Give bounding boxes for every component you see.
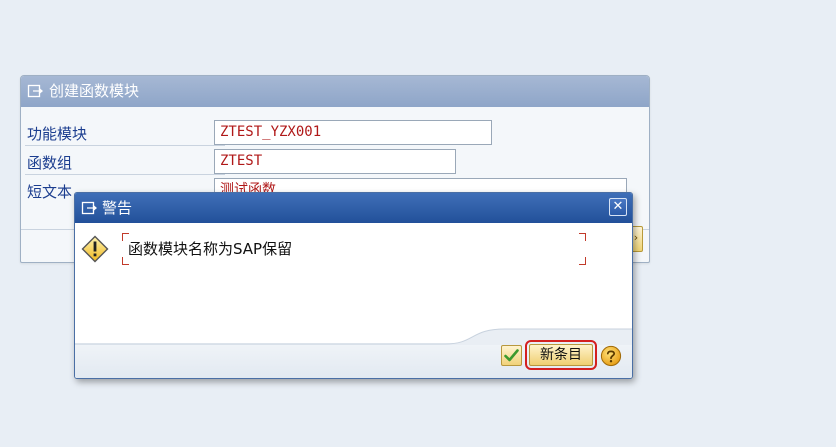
message-area: 函数模块名称为SAP保留 bbox=[122, 233, 586, 265]
footer-decoration bbox=[75, 328, 632, 345]
confirm-button[interactable] bbox=[501, 345, 522, 366]
short-text-label: 短文本 bbox=[27, 183, 73, 201]
close-icon[interactable]: ✕ bbox=[609, 198, 627, 216]
field-divider bbox=[25, 145, 225, 146]
new-entry-button[interactable]: 新条目 bbox=[525, 340, 597, 370]
function-module-input[interactable]: ZTEST_YZX001 bbox=[214, 120, 492, 145]
field-divider bbox=[25, 174, 225, 175]
warning-icon bbox=[81, 235, 109, 263]
popup-title: 警告 bbox=[102, 199, 133, 217]
window-icon bbox=[81, 201, 97, 215]
popup-title-bar: 警告 ✕ bbox=[75, 193, 632, 223]
function-module-label: 功能模块 bbox=[27, 125, 88, 143]
warning-message: 函数模块名称为SAP保留 bbox=[128, 240, 293, 258]
function-group-input[interactable]: ZTEST bbox=[214, 149, 456, 174]
function-group-label: 函数组 bbox=[27, 154, 73, 172]
window-icon bbox=[27, 84, 43, 98]
dialog-title-bar: 创建函数模块 bbox=[21, 76, 649, 107]
warning-popup: 警告 ✕ 函数模块名称为SAP保留 新条目 bbox=[74, 192, 633, 379]
help-icon[interactable] bbox=[600, 345, 622, 367]
dialog-title: 创建函数模块 bbox=[49, 82, 140, 100]
checkmark-icon bbox=[504, 349, 519, 362]
